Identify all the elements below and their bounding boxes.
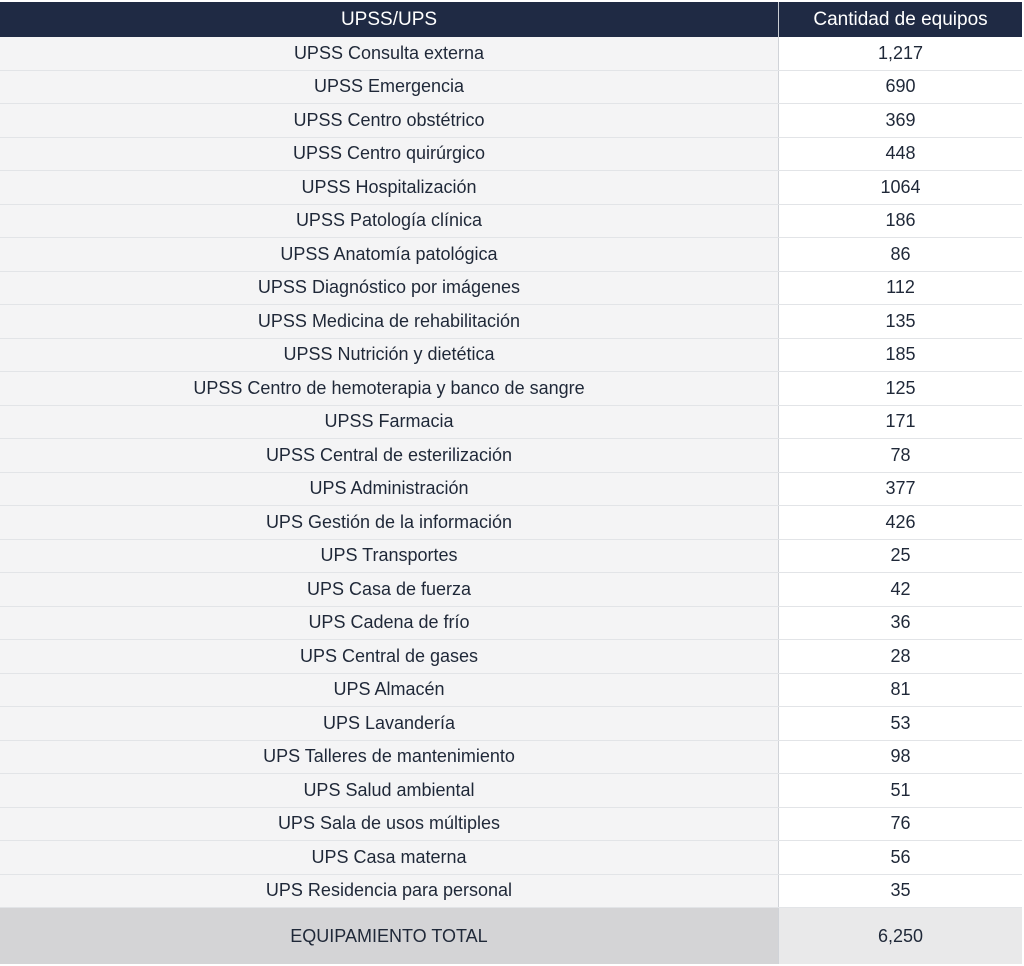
equipment-count-cell: 426: [778, 505, 1022, 540]
equipment-count-cell: 51: [778, 773, 1022, 808]
equipment-count-cell: 76: [778, 807, 1022, 841]
table-row: UPSS Anatomía patológica 86: [0, 237, 1022, 272]
unit-name-cell: UPSS Consulta externa: [0, 37, 779, 71]
table-row: UPSS Farmacia 171: [0, 405, 1022, 439]
table-row: UPSS Centro obstétrico 369: [0, 103, 1022, 138]
equipment-count-cell: 369: [778, 103, 1022, 138]
table-row: UPS Sala de usos múltiples 76: [0, 807, 1022, 841]
unit-name-cell: UPS Gestión de la información: [0, 505, 779, 540]
unit-name-cell: UPSS Hospitalización: [0, 170, 779, 205]
equipment-count-cell: 28: [778, 639, 1022, 674]
unit-name-cell: UPSS Diagnóstico por imágenes: [0, 271, 779, 305]
table-row: UPSS Nutrición y dietética 185: [0, 338, 1022, 372]
equipment-count-cell: 81: [778, 673, 1022, 707]
equipment-count-cell: 1064: [778, 170, 1022, 205]
equipment-count-cell: 42: [778, 572, 1022, 607]
total-label: EQUIPAMIENTO TOTAL: [0, 907, 779, 964]
unit-name-cell: UPS Sala de usos múltiples: [0, 807, 779, 841]
table-body: UPSS Consulta externa 1,217 UPSS Emergenci…: [0, 37, 1022, 908]
unit-name-cell: UPSS Emergencia: [0, 70, 779, 104]
header-row: UPSS/UPS Cantidad de equipos: [0, 2, 1022, 37]
equipment-count-cell: 53: [778, 706, 1022, 741]
unit-name-cell: UPSS Medicina de rehabilitación: [0, 304, 779, 339]
table-row: UPSS Hospitalización 1064: [0, 170, 1022, 205]
table-row: UPSS Diagnóstico por imágenes 112: [0, 271, 1022, 305]
equipment-count-cell: 185: [778, 338, 1022, 372]
total-value: 6,250: [778, 907, 1022, 964]
equipment-count-cell: 448: [778, 137, 1022, 171]
equipment-count-cell: 186: [778, 204, 1022, 238]
unit-name-cell: UPS Residencia para personal: [0, 874, 779, 908]
table-row: UPSS Centro de hemoterapia y banco de sa…: [0, 371, 1022, 406]
unit-name-cell: UPS Administración: [0, 472, 779, 506]
table-row: UPS Talleres de mantenimiento 98: [0, 740, 1022, 774]
equipment-count-cell: 135: [778, 304, 1022, 339]
equipment-count-cell: 690: [778, 70, 1022, 104]
unit-name-cell: UPS Cadena de frío: [0, 606, 779, 640]
unit-name-cell: UPSS Centro obstétrico: [0, 103, 779, 138]
unit-name-cell: UPS Transportes: [0, 539, 779, 573]
table-row: UPS Cadena de frío 36: [0, 606, 1022, 640]
table-row: UPS Central de gases 28: [0, 639, 1022, 674]
equipment-count-cell: 86: [778, 237, 1022, 272]
unit-name-cell: UPS Central de gases: [0, 639, 779, 674]
table-row: UPS Administración 377: [0, 472, 1022, 506]
unit-name-cell: UPS Casa materna: [0, 840, 779, 875]
unit-name-cell: UPSS Nutrición y dietética: [0, 338, 779, 372]
unit-name-cell: UPSS Anatomía patológica: [0, 237, 779, 272]
table-row: UPS Casa de fuerza 42: [0, 572, 1022, 607]
table-footer: EQUIPAMIENTO TOTAL 6,250: [0, 907, 1022, 964]
table-row: UPS Transportes 25: [0, 539, 1022, 573]
table-header: UPSS/UPS Cantidad de equipos: [0, 2, 1022, 37]
table-row: UPS Salud ambiental 51: [0, 773, 1022, 808]
equipment-table: UPSS/UPS Cantidad de equipos UPSS Consul…: [0, 2, 1022, 964]
table-row: UPSS Medicina de rehabilitación 135: [0, 304, 1022, 339]
unit-name-cell: UPSS Centro quirúrgico: [0, 137, 779, 171]
equipment-count-cell: 98: [778, 740, 1022, 774]
unit-name-cell: UPSS Farmacia: [0, 405, 779, 439]
unit-name-cell: UPSS Patología clínica: [0, 204, 779, 238]
unit-name-cell: UPSS Central de esterilización: [0, 438, 779, 473]
table-row: UPS Casa materna 56: [0, 840, 1022, 875]
equipment-count-cell: 36: [778, 606, 1022, 640]
table-row: UPSS Consulta externa 1,217: [0, 37, 1022, 71]
unit-name-cell: UPS Lavandería: [0, 706, 779, 741]
table-row: UPS Lavandería 53: [0, 706, 1022, 741]
equipment-count-cell: 112: [778, 271, 1022, 305]
table-row: UPSS Centro quirúrgico 448: [0, 137, 1022, 171]
equipment-count-cell: 125: [778, 371, 1022, 406]
table-row: UPS Gestión de la información 426: [0, 505, 1022, 540]
equipment-count-cell: 25: [778, 539, 1022, 573]
unit-name-cell: UPSS Centro de hemoterapia y banco de sa…: [0, 371, 779, 406]
table-row: UPSS Patología clínica 186: [0, 204, 1022, 238]
equipment-count-cell: 377: [778, 472, 1022, 506]
column-header-upss-ups: UPSS/UPS: [0, 2, 779, 37]
unit-name-cell: UPS Casa de fuerza: [0, 572, 779, 607]
table-row: UPSS Central de esterilización 78: [0, 438, 1022, 473]
unit-name-cell: UPS Almacén: [0, 673, 779, 707]
equipment-count-cell: 56: [778, 840, 1022, 875]
equipment-count-cell: 171: [778, 405, 1022, 439]
total-row: EQUIPAMIENTO TOTAL 6,250: [0, 907, 1022, 964]
table-row: UPS Almacén 81: [0, 673, 1022, 707]
table-row: UPS Residencia para personal 35: [0, 874, 1022, 908]
equipment-count-cell: 78: [778, 438, 1022, 473]
unit-name-cell: UPS Salud ambiental: [0, 773, 779, 808]
column-header-cantidad: Cantidad de equipos: [778, 2, 1022, 37]
equipment-count-cell: 1,217: [778, 37, 1022, 71]
table-row: UPSS Emergencia 690: [0, 70, 1022, 104]
unit-name-cell: UPS Talleres de mantenimiento: [0, 740, 779, 774]
equipment-count-cell: 35: [778, 874, 1022, 908]
